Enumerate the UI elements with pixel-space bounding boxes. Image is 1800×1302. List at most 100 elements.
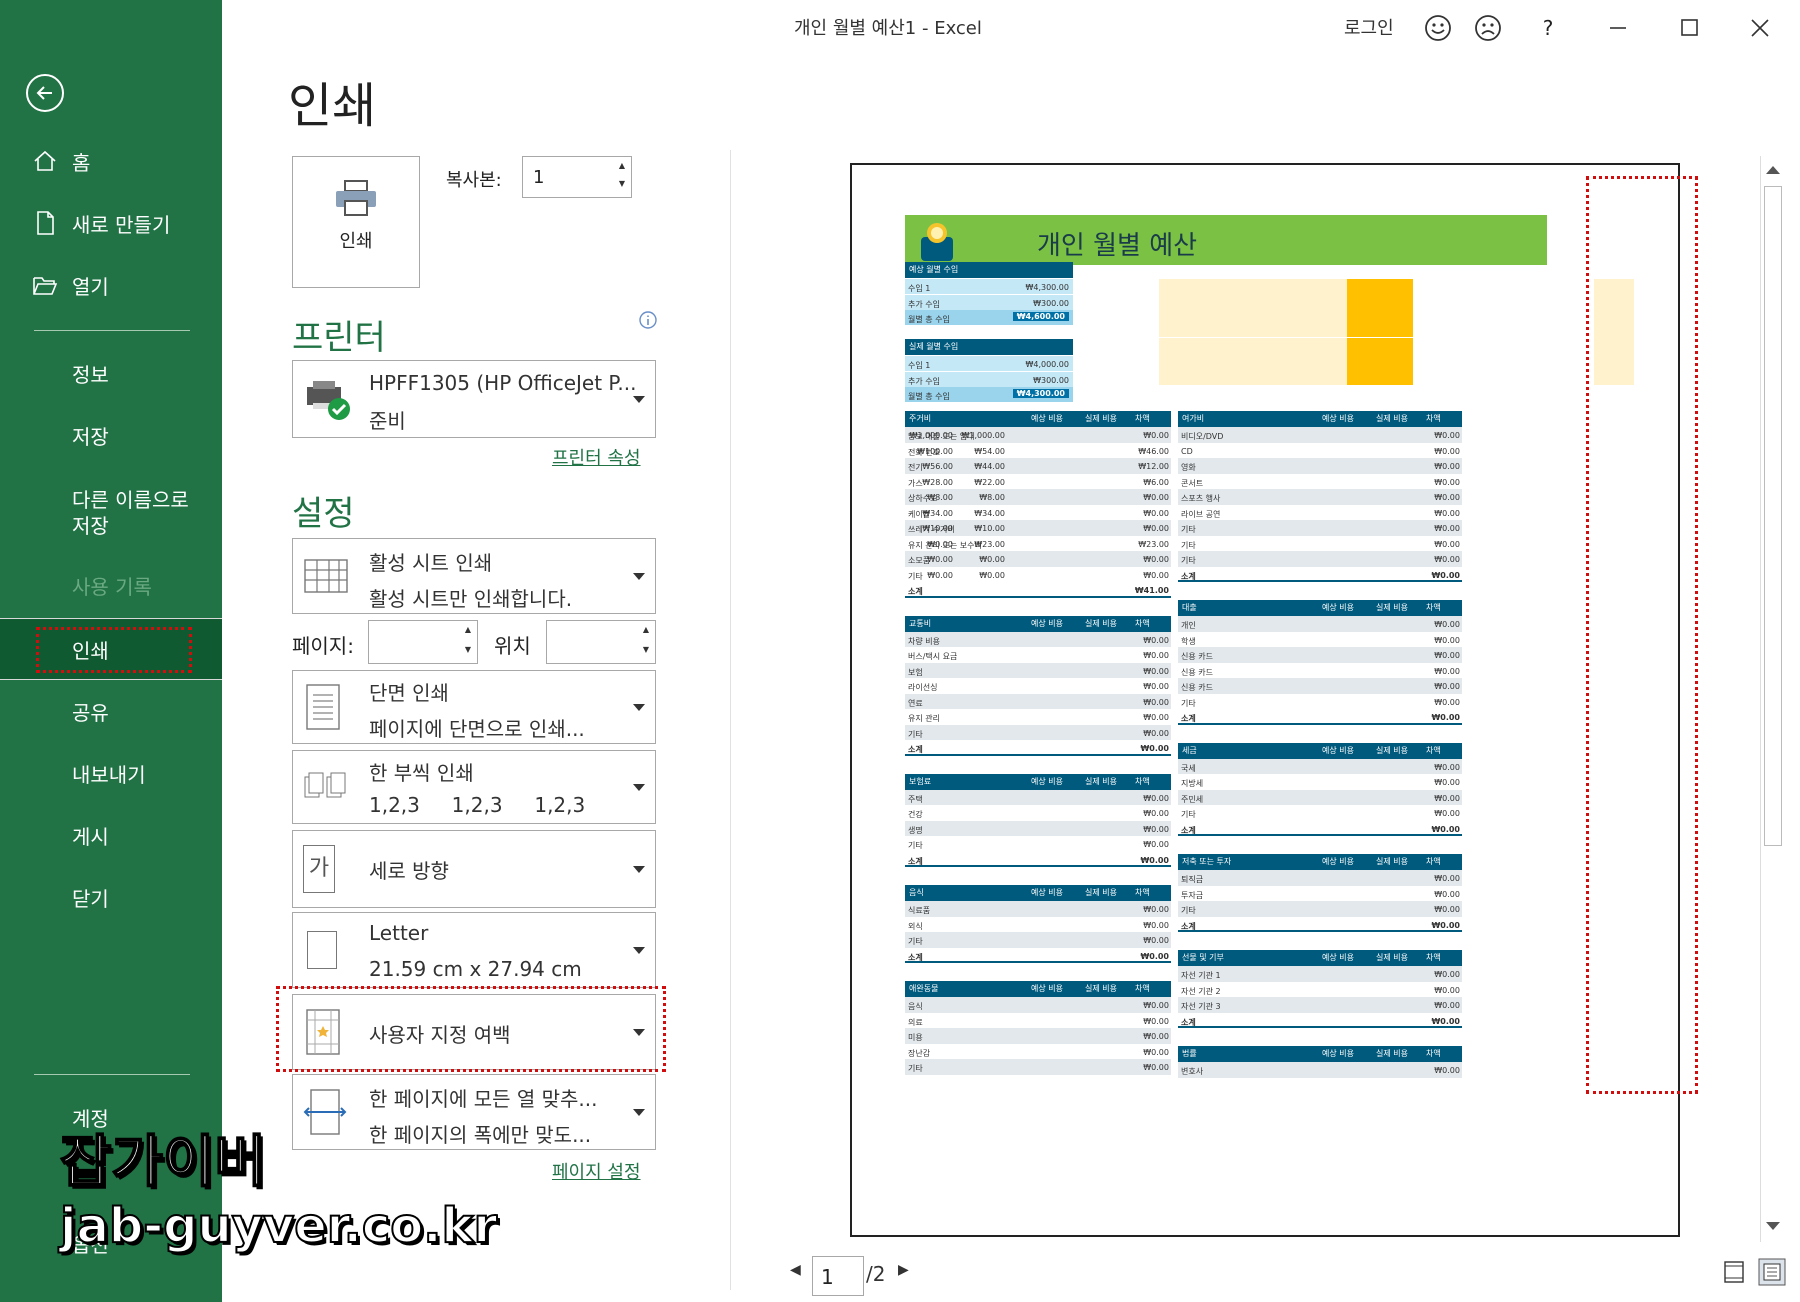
expense-row: 비디오/DVD ₩0.00 <box>1178 427 1462 443</box>
prev-page-icon[interactable]: ◀ <box>790 1262 801 1278</box>
page-setup-link[interactable]: 페이지 설정 <box>552 1158 641 1184</box>
expense-value: ₩0.00 <box>1431 1016 1460 1026</box>
expense-row: 기타 ₩0.00 <box>1178 551 1462 567</box>
nav-share[interactable]: 공유 <box>0 696 222 726</box>
nav-save[interactable]: 저장 <box>0 420 222 450</box>
show-margins-icon[interactable] <box>1722 1260 1746 1284</box>
expense-section-header: 주거비 예상 비용 실제 비용 차액 <box>905 411 1171 427</box>
column-header: 차액 <box>1135 984 1150 993</box>
expense-row: 국세 ₩0.00 <box>1178 758 1462 774</box>
expense-row: 전화 번호 ₩54.00 ₩100.00 ₩46.00 <box>905 443 1171 459</box>
sides-label: 단면 인쇄 <box>369 681 449 705</box>
expense-subtotal-row: 소계 ₩0.00 <box>905 948 1171 963</box>
print-button[interactable]: 인쇄 <box>292 156 420 288</box>
highlight-print-nav <box>36 627 192 673</box>
expense-value: ₩100.00 <box>917 446 953 456</box>
expense-label: 차량 비용 <box>908 636 940 646</box>
expense-label: 전기 <box>908 463 923 472</box>
sides-dropdown[interactable]: 단면 인쇄 페이지에 단면으로 인쇄... <box>292 670 656 744</box>
expense-row: 전기 ₩44.00 ₩56.00 ₩12.00 <box>905 458 1171 474</box>
nav-info[interactable]: 정보 <box>0 358 222 388</box>
close-window-button[interactable] <box>1740 8 1780 48</box>
nav-save-as[interactable]: 다른 이름으로 저장 <box>0 484 222 540</box>
copies-input[interactable]: 1 ▲ ▼ <box>522 156 632 198</box>
column-header: 예상 비용 <box>1031 414 1063 423</box>
sheet-title: 개인 월별 예산 <box>1037 231 1198 261</box>
expense-row: 담보 대출 또는 임대 ₩1,000.00 ₩1,000.00 ₩0.00 <box>905 427 1171 443</box>
expense-row: 케이블 ₩34.00 ₩34.00 ₩0.00 <box>905 505 1171 521</box>
expense-value: ₩28.00 <box>922 477 953 487</box>
expense-label: 영화 <box>1181 463 1196 472</box>
zoom-to-page-icon[interactable] <box>1758 1258 1786 1286</box>
paper-size-dropdown[interactable]: Letter 21.59 cm x 27.94 cm <box>292 912 656 988</box>
spin-up-icon[interactable]: ▲ <box>643 625 649 634</box>
scaling-label: 한 페이지에 모든 열 맞추... <box>369 1087 598 1111</box>
collate-dropdown[interactable]: 한 부씩 인쇄 1,2,3 1,2,3 1,2,3 <box>292 750 656 824</box>
back-arrow-button[interactable] <box>26 74 64 112</box>
chevron-down-icon <box>633 704 645 711</box>
page-number: 1 <box>821 1265 834 1289</box>
expense-value: ₩0.00 <box>1431 920 1460 930</box>
expense-subtotal-row: 소계 ₩0.00 <box>905 852 1171 867</box>
print-what-dropdown[interactable]: 활성 시트 인쇄 활성 시트만 인쇄합니다. <box>292 538 656 614</box>
income-row-value: ₩300.00 <box>1033 375 1069 385</box>
sheet-grid-icon <box>304 559 348 593</box>
spin-down-icon[interactable]: ▼ <box>465 645 471 654</box>
printer-properties-link[interactable]: 프린터 속성 <box>552 444 641 470</box>
frown-feedback-button[interactable] <box>1468 8 1508 48</box>
expense-value: ₩8.00 <box>927 493 953 502</box>
spin-down-icon[interactable]: ▼ <box>643 645 649 654</box>
nav-new[interactable]: 새로 만들기 <box>0 208 222 238</box>
nav-publish[interactable]: 게시 <box>0 820 222 850</box>
minimize-button[interactable] <box>1598 8 1638 48</box>
pages-to-input[interactable]: ▲ ▼ <box>546 620 656 664</box>
page-number-input[interactable]: 1 <box>812 1256 864 1296</box>
signin-link[interactable]: 로그인 <box>1344 14 1394 40</box>
printer-dropdown[interactable]: HPFF1305 (HP OfficeJet P... 준비 <box>292 360 656 438</box>
expense-row: 차량 비용 ₩0.00 <box>905 631 1171 647</box>
expense-value: ₩44.00 <box>974 462 1005 471</box>
spin-up-icon[interactable]: ▲ <box>465 625 471 634</box>
spin-up-icon[interactable]: ▲ <box>619 161 625 170</box>
copies-value: 1 <box>533 167 545 188</box>
nav-close[interactable]: 닫기 <box>0 882 222 912</box>
expense-value: ₩0.00 <box>1434 809 1460 818</box>
help-button[interactable]: ? <box>1528 8 1568 48</box>
expense-row: 의료 ₩0.00 <box>905 1013 1171 1029</box>
excel-print-backstage: 홈 새로 만들기 열기 정보 저장 다른 이름으로 저장 사용 기록 인쇄 공유… <box>0 0 1800 1302</box>
expense-value: ₩0.00 <box>979 570 1005 580</box>
income-row-value: ₩4,600.00 <box>1012 312 1069 321</box>
info-icon[interactable] <box>638 310 658 330</box>
scroll-down-icon[interactable] <box>1766 1222 1780 1230</box>
orientation-dropdown[interactable]: 가 세로 방향 <box>292 830 656 908</box>
expense-label: 자선 기관 1 <box>1181 971 1221 980</box>
expense-section-header: 저축 또는 투자 예상 비용 실제 비용 차액 <box>1178 854 1462 870</box>
expense-value: ₩0.00 <box>1143 793 1169 803</box>
nav-publish-label: 게시 <box>72 824 109 849</box>
expense-row: 음식 ₩0.00 <box>905 997 1171 1013</box>
expense-label: 콘서트 <box>1181 478 1204 488</box>
expense-value: ₩0.00 <box>927 539 953 549</box>
expense-row: 투자금 ₩0.00 <box>1178 886 1462 902</box>
nav-account[interactable]: 계정 <box>0 1102 222 1132</box>
expense-label: 주민세 <box>1181 794 1204 804</box>
expense-label: 학생 <box>1181 636 1196 646</box>
expense-value: ₩0.00 <box>927 555 953 564</box>
copies-label: 복사본: <box>446 170 502 191</box>
preview-scrollbar[interactable] <box>1760 156 1786 1242</box>
spin-down-icon[interactable]: ▼ <box>619 179 625 188</box>
smile-feedback-button[interactable] <box>1418 8 1458 48</box>
expense-value: ₩0.00 <box>1434 874 1460 883</box>
next-page-icon[interactable]: ▶ <box>898 1262 909 1278</box>
nav-export[interactable]: 내보내기 <box>0 758 222 788</box>
scroll-up-icon[interactable] <box>1766 166 1780 174</box>
expense-row: 기타 ₩0.00 <box>1178 901 1462 917</box>
expense-row: 라이선싱 ₩0.00 <box>905 678 1171 694</box>
expense-label: 기타 <box>1181 525 1196 534</box>
nav-open[interactable]: 열기 <box>0 270 222 300</box>
maximize-button[interactable] <box>1670 8 1710 48</box>
scroll-thumb[interactable] <box>1764 186 1782 846</box>
pages-from-input[interactable]: ▲ ▼ <box>368 620 478 664</box>
expense-row: 유지 관리 또는 보수비 ₩23.00 ₩0.00 ₩23.00 <box>905 536 1171 552</box>
nav-home[interactable]: 홈 <box>0 146 222 176</box>
